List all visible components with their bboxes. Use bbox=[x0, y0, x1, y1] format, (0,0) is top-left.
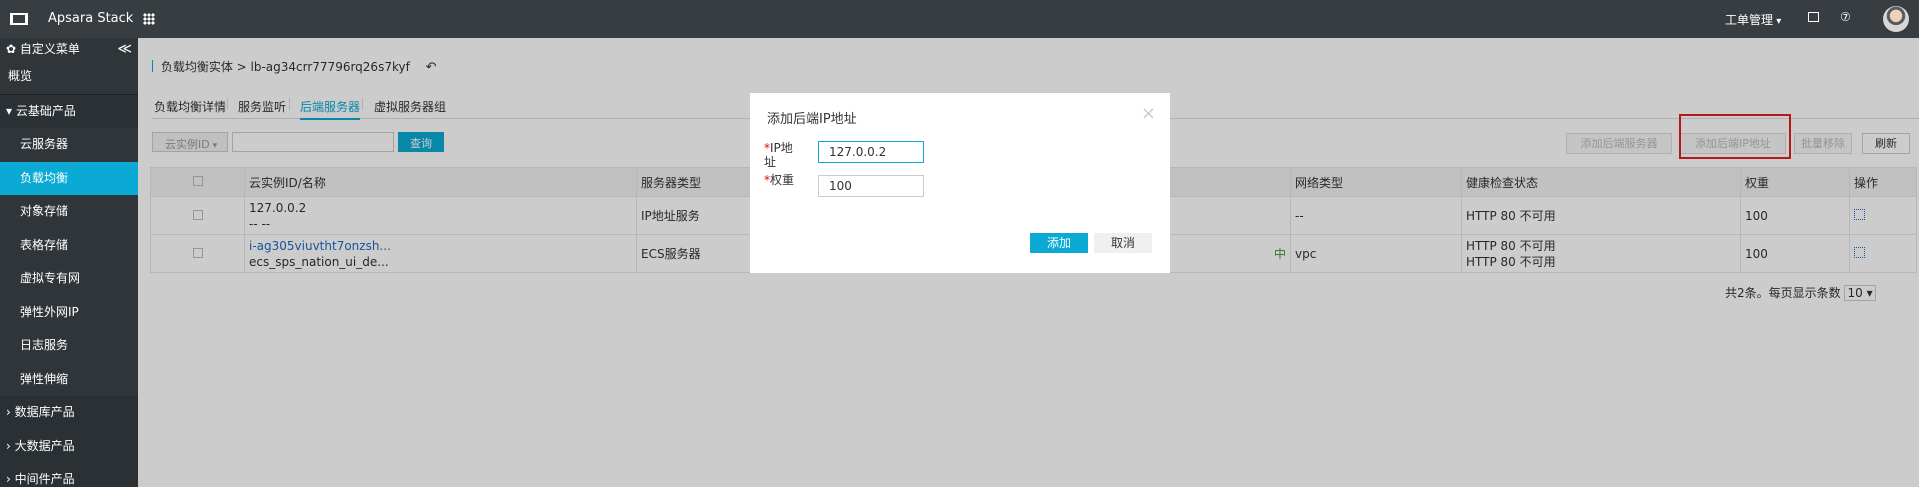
ip-label: *IP地址 bbox=[764, 141, 804, 169]
sidebar-item-ecs[interactable]: 云服务器 bbox=[0, 128, 138, 162]
apps-grid-icon[interactable] bbox=[143, 13, 155, 25]
sidebar-item-log-service[interactable]: 日志服务 bbox=[0, 329, 138, 363]
sidebar-group-middleware[interactable]: › 中间件产品 bbox=[0, 463, 138, 487]
sidebar-group-database[interactable]: › 数据库产品 bbox=[0, 396, 138, 430]
weight-field[interactable]: 100 bbox=[818, 175, 924, 197]
sidebar-item-table-store[interactable]: 表格存储 bbox=[0, 228, 138, 262]
weight-label: *权重 bbox=[764, 173, 794, 187]
sidebar-item-slb[interactable]: 负载均衡 bbox=[0, 161, 138, 195]
sidebar-item-eip[interactable]: 弹性外网IP bbox=[0, 295, 138, 329]
sidebar-item-overview[interactable]: 概览 bbox=[0, 60, 138, 94]
sidebar: ✿ 自定义菜单 ≪ 概览 ▾ 云基础产品 云服务器 负载均衡 对象存储 表格存储… bbox=[0, 38, 138, 487]
apsara-logo-icon[interactable] bbox=[10, 13, 28, 25]
add-button[interactable]: 添加 bbox=[1030, 233, 1088, 253]
top-bar: Apsara Stack 工单管理 ⑦ bbox=[0, 0, 1919, 38]
dialog-title: 添加后端IP地址 bbox=[767, 112, 857, 127]
sidebar-item-auto-scaling[interactable]: 弹性伸缩 bbox=[0, 362, 138, 396]
cancel-button[interactable]: 取消 bbox=[1094, 233, 1152, 253]
collapse-sidebar-icon[interactable]: ≪ bbox=[117, 38, 132, 60]
close-icon[interactable]: × bbox=[1141, 103, 1156, 124]
brand-name[interactable]: Apsara Stack bbox=[48, 11, 133, 26]
add-backend-ip-dialog: 添加后端IP地址 × *IP地址 127.0.0.2 *权重 100 添加 取消 bbox=[750, 93, 1170, 273]
sidebar-item-vpc[interactable]: 虚拟专有网 bbox=[0, 262, 138, 296]
weight-label-text: 权重 bbox=[770, 173, 795, 187]
ticket-management-menu[interactable]: 工单管理 bbox=[1725, 11, 1781, 28]
sidebar-item-oss[interactable]: 对象存储 bbox=[0, 195, 138, 229]
help-icon[interactable]: ⑦ bbox=[1840, 10, 1851, 24]
custom-menu[interactable]: ✿ 自定义菜单 ≪ bbox=[0, 38, 138, 60]
avatar[interactable] bbox=[1883, 6, 1909, 32]
message-icon[interactable] bbox=[1808, 12, 1819, 22]
ip-address-field[interactable]: 127.0.0.2 bbox=[818, 141, 924, 163]
sidebar-group-cloud-basics[interactable]: ▾ 云基础产品 bbox=[0, 94, 138, 128]
sidebar-group-bigdata[interactable]: › 大数据产品 bbox=[0, 429, 138, 463]
custom-menu-label: ✿ 自定义菜单 bbox=[6, 42, 80, 56]
